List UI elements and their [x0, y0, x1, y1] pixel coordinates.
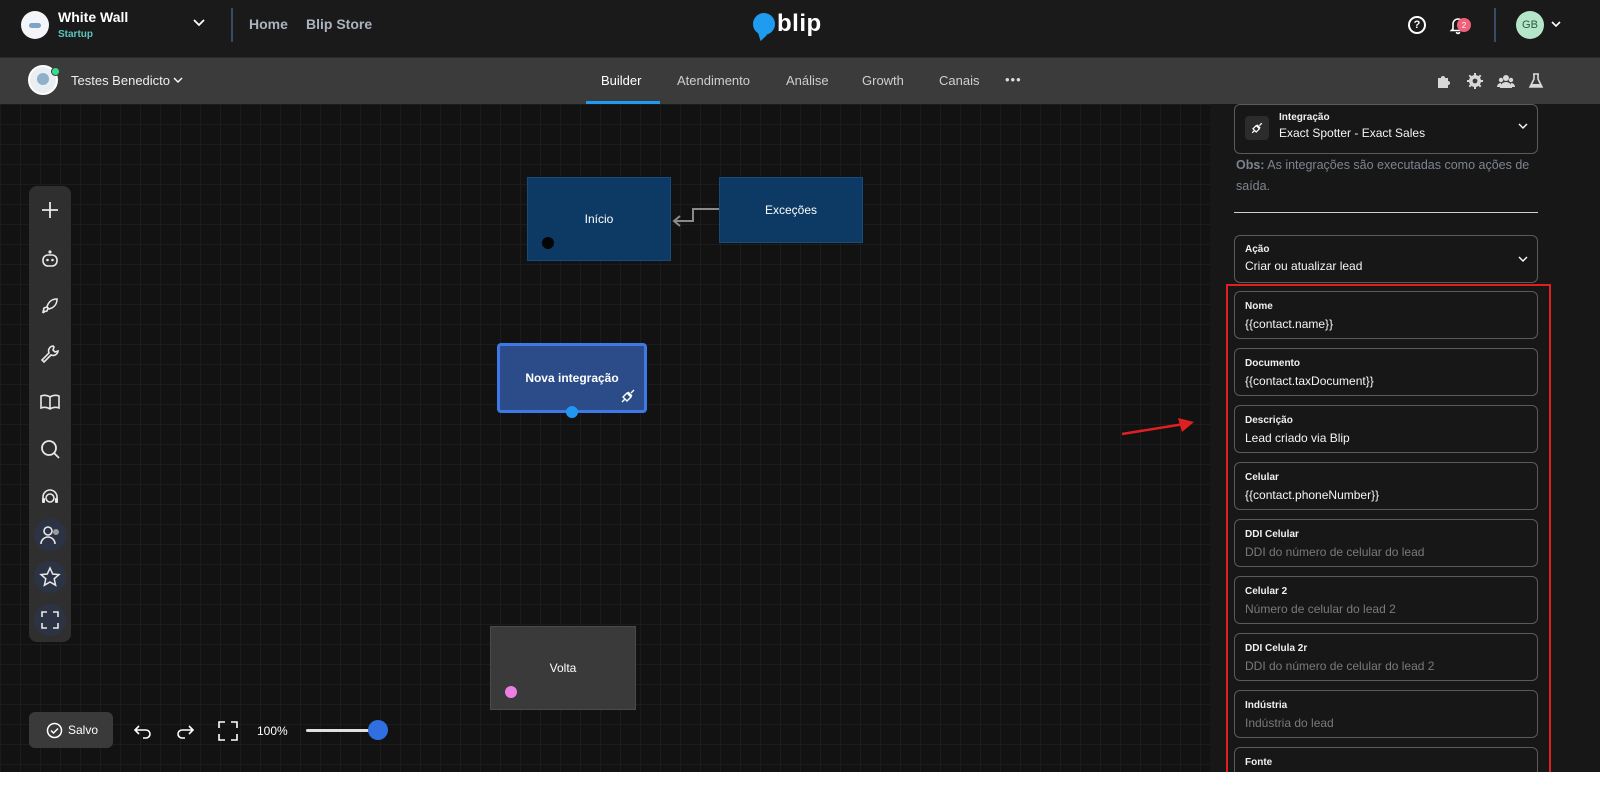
saved-label: Salvo	[68, 723, 99, 737]
nav-store-link[interactable]: Blip Store	[306, 16, 372, 32]
support-agent-icon[interactable]	[34, 481, 66, 513]
redo-icon[interactable]	[174, 720, 196, 742]
tab-canais[interactable]: Canais	[939, 73, 979, 88]
action-value: Criar ou atualizar lead	[1245, 259, 1363, 273]
flask-icon[interactable]	[1527, 72, 1545, 90]
node-tag-dot	[505, 686, 517, 698]
chevron-down-icon	[1518, 256, 1528, 262]
integration-value: Exact Spotter - Exact Sales	[1279, 126, 1426, 140]
bot-icon[interactable]	[34, 243, 66, 275]
divider	[1234, 212, 1538, 213]
check-circle-icon	[46, 722, 63, 738]
blip-logo[interactable]: blip	[753, 10, 822, 38]
star-icon[interactable]	[34, 561, 66, 593]
top-bar: White Wall Startup Home Blip Store blip …	[0, 0, 1600, 58]
plug-icon	[621, 389, 635, 403]
chevron-down-icon[interactable]	[1549, 17, 1563, 31]
output-connector-dot[interactable]	[566, 406, 578, 418]
plug-icon	[1245, 116, 1269, 140]
help-icon[interactable]: ?	[1408, 16, 1426, 34]
action-select[interactable]: Ação Criar ou atualizar lead	[1234, 235, 1538, 283]
tab-growth[interactable]: Growth	[862, 73, 904, 88]
fullscreen-icon[interactable]	[34, 604, 66, 636]
search-icon[interactable]	[34, 433, 66, 465]
connection-arrow	[672, 208, 719, 227]
org-name[interactable]: White Wall	[58, 9, 128, 25]
flow-node-excecoes[interactable]: Exceções	[719, 177, 863, 243]
wrench-icon[interactable]	[34, 338, 66, 370]
start-node-dot	[542, 237, 554, 249]
fit-screen-icon[interactable]	[217, 720, 239, 742]
divider	[231, 8, 233, 42]
flow-canvas[interactable]: Início Exceções Nova integração Volta Sa…	[0, 104, 1210, 772]
online-status-dot	[51, 67, 60, 76]
book-icon[interactable]	[34, 386, 66, 418]
zoom-level: 100%	[257, 724, 288, 738]
logo-bubble-icon	[753, 13, 775, 35]
page-bottom-strip	[0, 772, 1600, 794]
org-avatar[interactable]	[21, 11, 49, 39]
nav-home-link[interactable]: Home	[249, 16, 288, 32]
undo-icon[interactable]	[132, 720, 154, 742]
gear-icon[interactable]	[1466, 72, 1484, 90]
builder-toolbar	[29, 186, 71, 642]
team-icon[interactable]	[1497, 72, 1515, 90]
divider	[1494, 8, 1496, 42]
integration-select[interactable]: Integração Exact Spotter - Exact Sales	[1234, 104, 1538, 154]
notification-badge: 2	[1457, 18, 1471, 32]
annotation-highlight-box	[1226, 284, 1551, 776]
action-label: Ação	[1245, 244, 1270, 255]
note-text: As integrações são executadas como ações…	[1236, 158, 1530, 193]
bot-bar: Testes Benedicto Builder Atendimento Aná…	[0, 58, 1600, 104]
integration-label: Integração	[1279, 112, 1330, 123]
tab-atendimento[interactable]: Atendimento	[677, 73, 750, 88]
saved-status-button[interactable]: Salvo	[29, 712, 113, 748]
integration-note: Obs: As integrações são executadas como …	[1236, 155, 1536, 197]
puzzle-icon[interactable]	[1435, 72, 1453, 90]
user-avatar[interactable]: GB	[1516, 11, 1544, 39]
annotation-arrow	[1121, 418, 1194, 436]
zoom-slider-thumb[interactable]	[368, 720, 388, 740]
more-tabs-icon[interactable]: •••	[1005, 72, 1022, 87]
chevron-down-icon[interactable]	[172, 74, 184, 86]
bot-name[interactable]: Testes Benedicto	[71, 73, 170, 88]
user-settings-icon[interactable]	[34, 519, 66, 551]
chevron-down-icon	[1518, 123, 1528, 129]
chevron-down-icon[interactable]	[191, 14, 207, 30]
rocket-icon[interactable]	[34, 290, 66, 322]
note-prefix: Obs:	[1236, 158, 1265, 172]
org-plan: Startup	[58, 29, 93, 40]
tab-analise[interactable]: Análise	[786, 73, 829, 88]
add-block-icon[interactable]	[34, 194, 66, 226]
tab-builder[interactable]: Builder	[601, 73, 641, 88]
logo-text: blip	[777, 10, 822, 37]
